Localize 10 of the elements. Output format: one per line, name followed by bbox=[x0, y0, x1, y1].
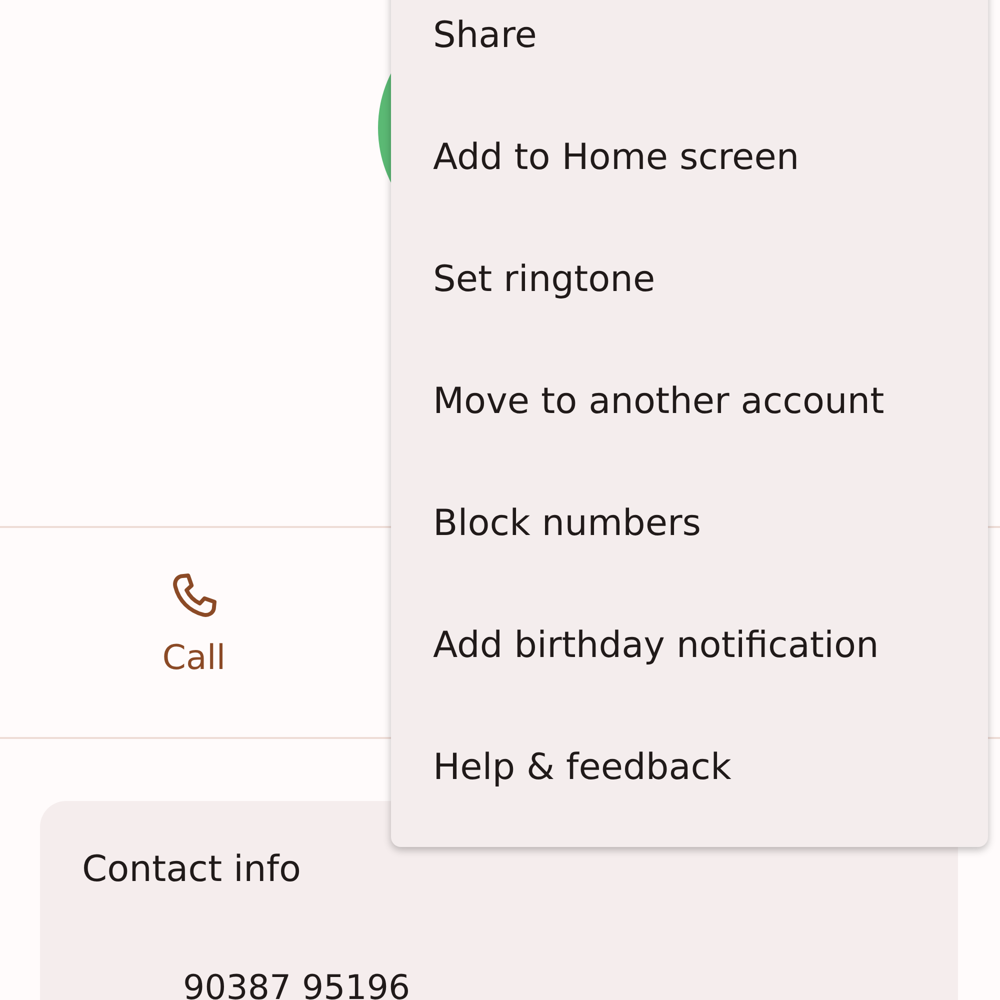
menu-item[interactable]: Share bbox=[391, 0, 988, 96]
phone-number: 90387 95196 bbox=[182, 968, 412, 1000]
menu-item[interactable]: Help & feedback bbox=[391, 706, 988, 828]
menu-item[interactable]: Set ringtone bbox=[391, 218, 988, 340]
call-button[interactable]: Call bbox=[124, 528, 264, 737]
menu-item[interactable]: Add birthday notification bbox=[391, 584, 988, 706]
menu-item[interactable]: Add to Home screen bbox=[391, 96, 988, 218]
menu-item[interactable]: Move to another account bbox=[391, 340, 988, 462]
card-title: Contact info bbox=[82, 849, 302, 890]
menu-item[interactable]: Block numbers bbox=[391, 462, 988, 584]
